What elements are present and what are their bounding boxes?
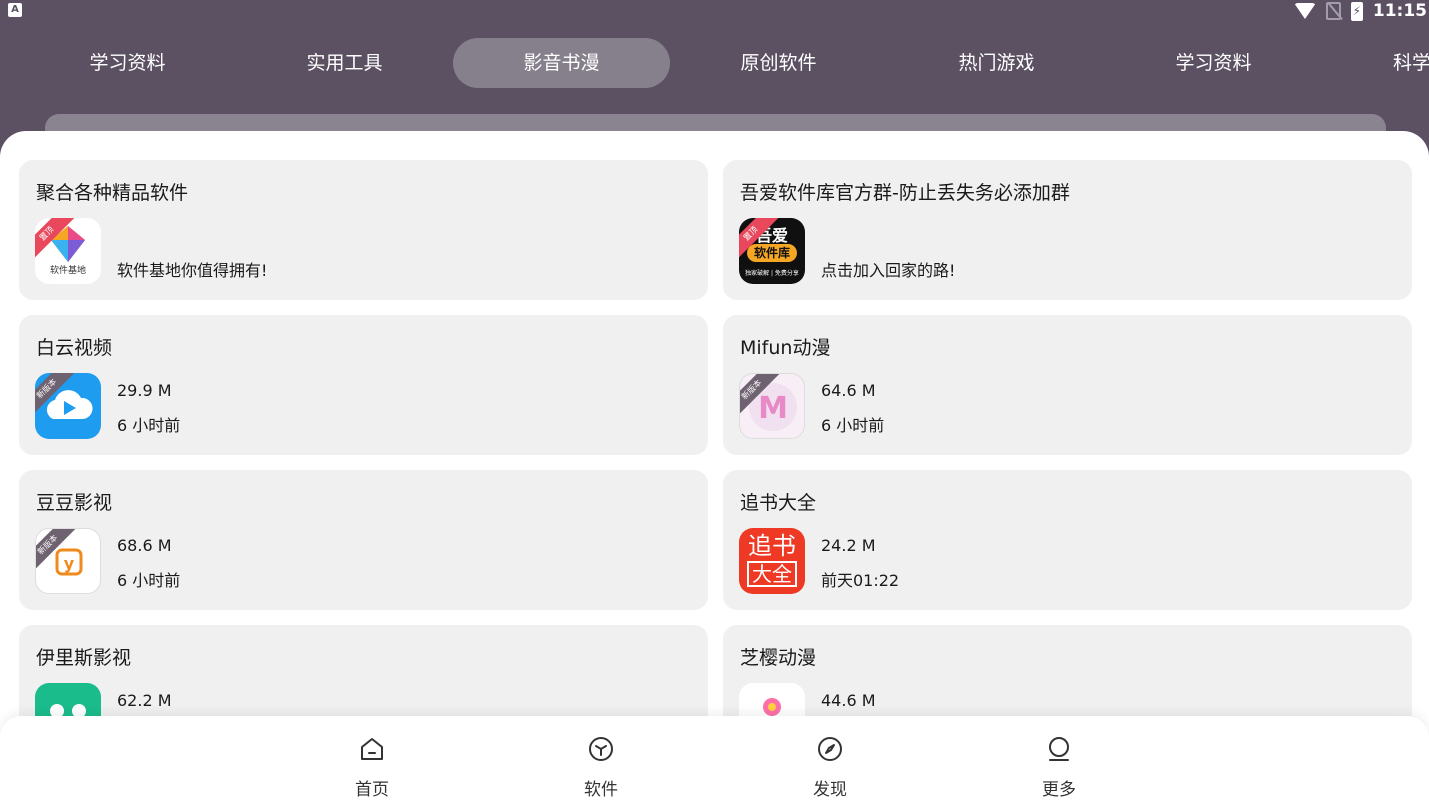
- card-title: 吾爱软件库官方群-防止丢失务必添加群: [740, 182, 1070, 204]
- svg-text:M: M: [758, 391, 788, 426]
- card-title: 伊里斯影视: [36, 647, 132, 669]
- app-size: 29.9 M: [117, 381, 172, 400]
- card-mifun-anime[interactable]: Mifun动漫 M 新版本 64.6 M 6 小时前: [723, 315, 1412, 455]
- mifun-anime-icon: M 新版本: [739, 373, 805, 439]
- nav-label: 软件: [584, 780, 618, 800]
- cube-icon: [589, 737, 613, 761]
- tab-study-materials[interactable]: 学习资料: [19, 38, 236, 88]
- card-title: 聚合各种精品软件: [36, 182, 189, 204]
- status-time: 11:15: [1372, 1, 1427, 21]
- app-updated-time: 前天01:22: [821, 571, 900, 590]
- zhuishu-icon: 追书 大全: [739, 528, 805, 594]
- tab-original-software[interactable]: 原创软件: [670, 38, 887, 88]
- category-tabs: 学习资料 实用工具 影音书漫 原创软件 热门游戏 学习资料 科学: [0, 38, 1429, 90]
- wifi-icon: [1293, 3, 1316, 19]
- tab-media-books-comics[interactable]: 影音书漫: [453, 38, 670, 88]
- nav-home[interactable]: 首页: [312, 716, 432, 806]
- tab-utility-tools[interactable]: 实用工具: [236, 38, 453, 88]
- app-list-sheet: 聚合各种精品软件 软件基地 置顶 软件基地你值得拥有! 吾爱软件库官方群-防止丢…: [0, 131, 1429, 806]
- nav-software[interactable]: 软件: [541, 716, 661, 806]
- nav-label: 发现: [813, 780, 847, 800]
- tab-science[interactable]: 科学: [1377, 38, 1429, 88]
- compass-icon: [818, 737, 842, 761]
- app-size: 24.2 M: [821, 536, 876, 555]
- card-description: 软件基地你值得拥有!: [117, 261, 268, 280]
- no-sim-icon: [1325, 2, 1341, 20]
- nav-discover[interactable]: 发现: [770, 716, 890, 806]
- app-size: 62.2 M: [117, 691, 172, 710]
- bottom-navigation: 首页 软件 发现 更多: [0, 716, 1429, 806]
- nav-label: 首页: [355, 780, 389, 800]
- wuai-software-icon: 吾爱 软件库 独家破解 | 免费分享 置顶: [739, 218, 805, 284]
- tab-study-materials-2[interactable]: 学习资料: [1105, 38, 1322, 88]
- status-icons: ⚡ 11:15: [1293, 0, 1429, 22]
- card-title: 芝樱动漫: [740, 647, 817, 669]
- app-updated-time: 6 小时前: [821, 416, 885, 435]
- software-base-icon: 软件基地 置顶: [35, 218, 101, 284]
- card-title: 追书大全: [740, 492, 817, 514]
- svg-text:y: y: [64, 554, 75, 573]
- home-icon: [361, 738, 383, 760]
- doudou-video-icon: y 新版本: [35, 528, 101, 594]
- card-wuai-group[interactable]: 吾爱软件库官方群-防止丢失务必添加群 吾爱 软件库 独家破解 | 免费分享 置顶…: [723, 160, 1412, 300]
- app-size: 64.6 M: [821, 381, 876, 400]
- tab-hot-games[interactable]: 热门游戏: [888, 38, 1105, 88]
- app-updated-time: 6 小时前: [117, 416, 181, 435]
- accessibility-icon: A: [8, 3, 22, 17]
- card-zhuishu[interactable]: 追书大全 追书 大全 24.2 M 前天01:22: [723, 470, 1412, 610]
- card-description: 点击加入回家的路!: [821, 261, 956, 280]
- nav-more[interactable]: 更多: [999, 716, 1119, 806]
- baiyun-video-icon: 新版本: [35, 373, 101, 439]
- status-bar: A ⚡ 11:15: [0, 0, 1429, 22]
- profile-icon: [1049, 737, 1069, 761]
- app-size: 44.6 M: [821, 691, 876, 710]
- card-title: 白云视频: [36, 337, 113, 359]
- card-title: 豆豆影视: [36, 492, 113, 514]
- card-doudou-video[interactable]: 豆豆影视 y 新版本 68.6 M 6 小时前: [19, 470, 708, 610]
- app-updated-time: 6 小时前: [117, 571, 181, 590]
- nav-label: 更多: [1042, 780, 1076, 800]
- card-software-base[interactable]: 聚合各种精品软件 软件基地 置顶 软件基地你值得拥有!: [19, 160, 708, 300]
- card-title: Mifun动漫: [740, 337, 831, 359]
- battery-charging-icon: ⚡: [1350, 1, 1363, 21]
- app-size: 68.6 M: [117, 536, 172, 555]
- card-baiyun-video[interactable]: 白云视频 新版本 29.9 M 6 小时前: [19, 315, 708, 455]
